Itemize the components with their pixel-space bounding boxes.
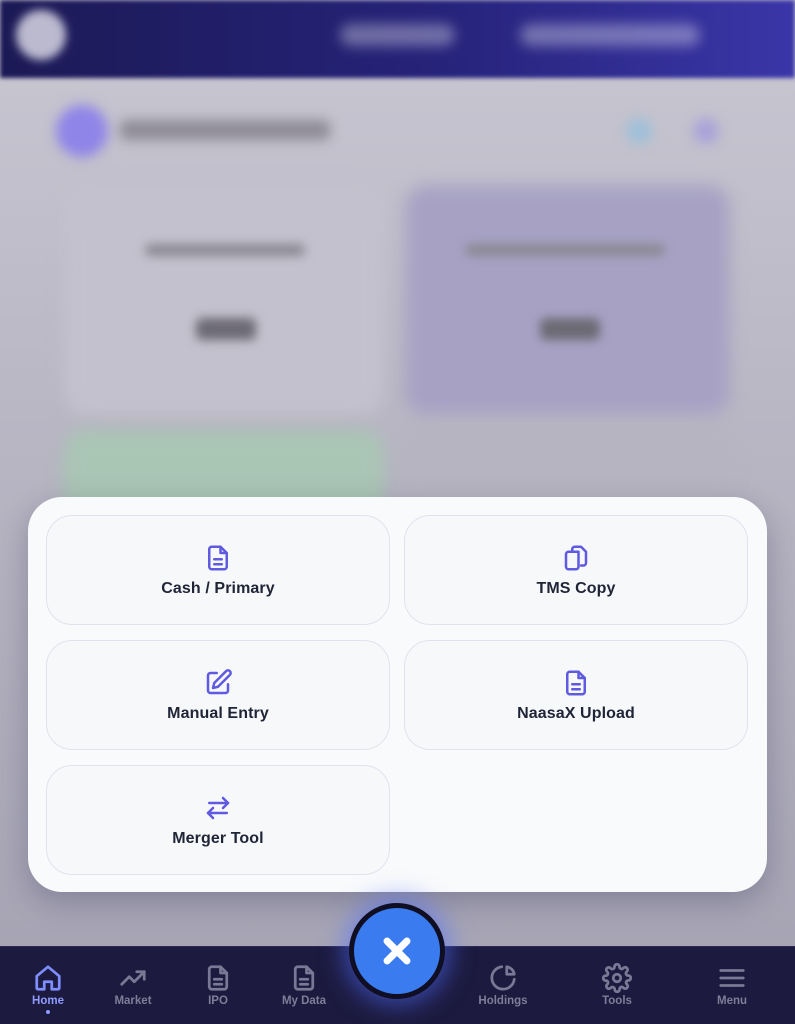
background-card-header (48, 90, 748, 170)
tms-copy-option[interactable]: TMS Copy (404, 515, 748, 625)
nav-item-market[interactable]: Market (93, 947, 173, 1024)
nav-label: Holdings (478, 995, 528, 1007)
copy-icon (561, 543, 591, 573)
hamburger-menu-icon (717, 963, 747, 993)
nav-item-tools[interactable]: Tools (577, 947, 657, 1024)
nav-label: IPO (208, 995, 228, 1007)
home-icon (33, 963, 63, 993)
close-icon (380, 934, 414, 968)
document-icon (289, 963, 319, 993)
background-text (145, 244, 305, 256)
background-pill (520, 24, 700, 46)
document-icon (203, 963, 233, 993)
nav-label: Home (32, 995, 64, 1007)
background-value (540, 318, 600, 340)
pie-chart-icon (488, 963, 518, 993)
option-label: TMS Copy (536, 579, 616, 597)
option-label: Cash / Primary (161, 579, 275, 597)
nav-label: My Data (281, 995, 327, 1007)
nav-label: Market (114, 995, 152, 1007)
option-label: Merger Tool (172, 829, 264, 847)
background-tile (405, 185, 730, 415)
background-top-bar (0, 0, 795, 78)
background-icon (693, 118, 719, 144)
nav-item-menu[interactable]: Menu (692, 947, 772, 1024)
background-tile (64, 185, 384, 415)
close-sheet-button[interactable] (349, 903, 445, 999)
background-value (196, 318, 256, 340)
nav-item-ipo[interactable]: IPO (178, 947, 258, 1024)
nav-item-holdings[interactable]: Holdings (463, 947, 543, 1024)
trending-up-icon (118, 963, 148, 993)
nav-label: Menu (716, 995, 748, 1007)
background-logo (16, 10, 66, 60)
document-icon (203, 543, 233, 573)
background-avatar (56, 105, 108, 157)
background-pill (340, 24, 455, 46)
naasax-upload-option[interactable]: NaasaX Upload (404, 640, 748, 750)
background-icon (626, 118, 652, 144)
nav-item-home[interactable]: Home (8, 947, 88, 1024)
option-label: Manual Entry (167, 704, 269, 722)
manual-entry-option[interactable]: Manual Entry (46, 640, 390, 750)
active-indicator-dot (46, 1010, 50, 1014)
merger-tool-option[interactable]: Merger Tool (46, 765, 390, 875)
gear-icon (601, 962, 633, 994)
add-data-sheet: Cash / Primary TMS Copy Manual Entry Naa… (28, 497, 767, 892)
cash-primary-option[interactable]: Cash / Primary (46, 515, 390, 625)
option-label: NaasaX Upload (517, 704, 635, 722)
swap-arrows-icon (203, 793, 233, 823)
background-text (465, 244, 665, 256)
nav-item-my-data[interactable]: My Data (264, 947, 344, 1024)
document-icon (561, 668, 591, 698)
edit-icon (203, 668, 233, 698)
nav-label: Tools (602, 995, 632, 1007)
background-title (120, 120, 330, 140)
